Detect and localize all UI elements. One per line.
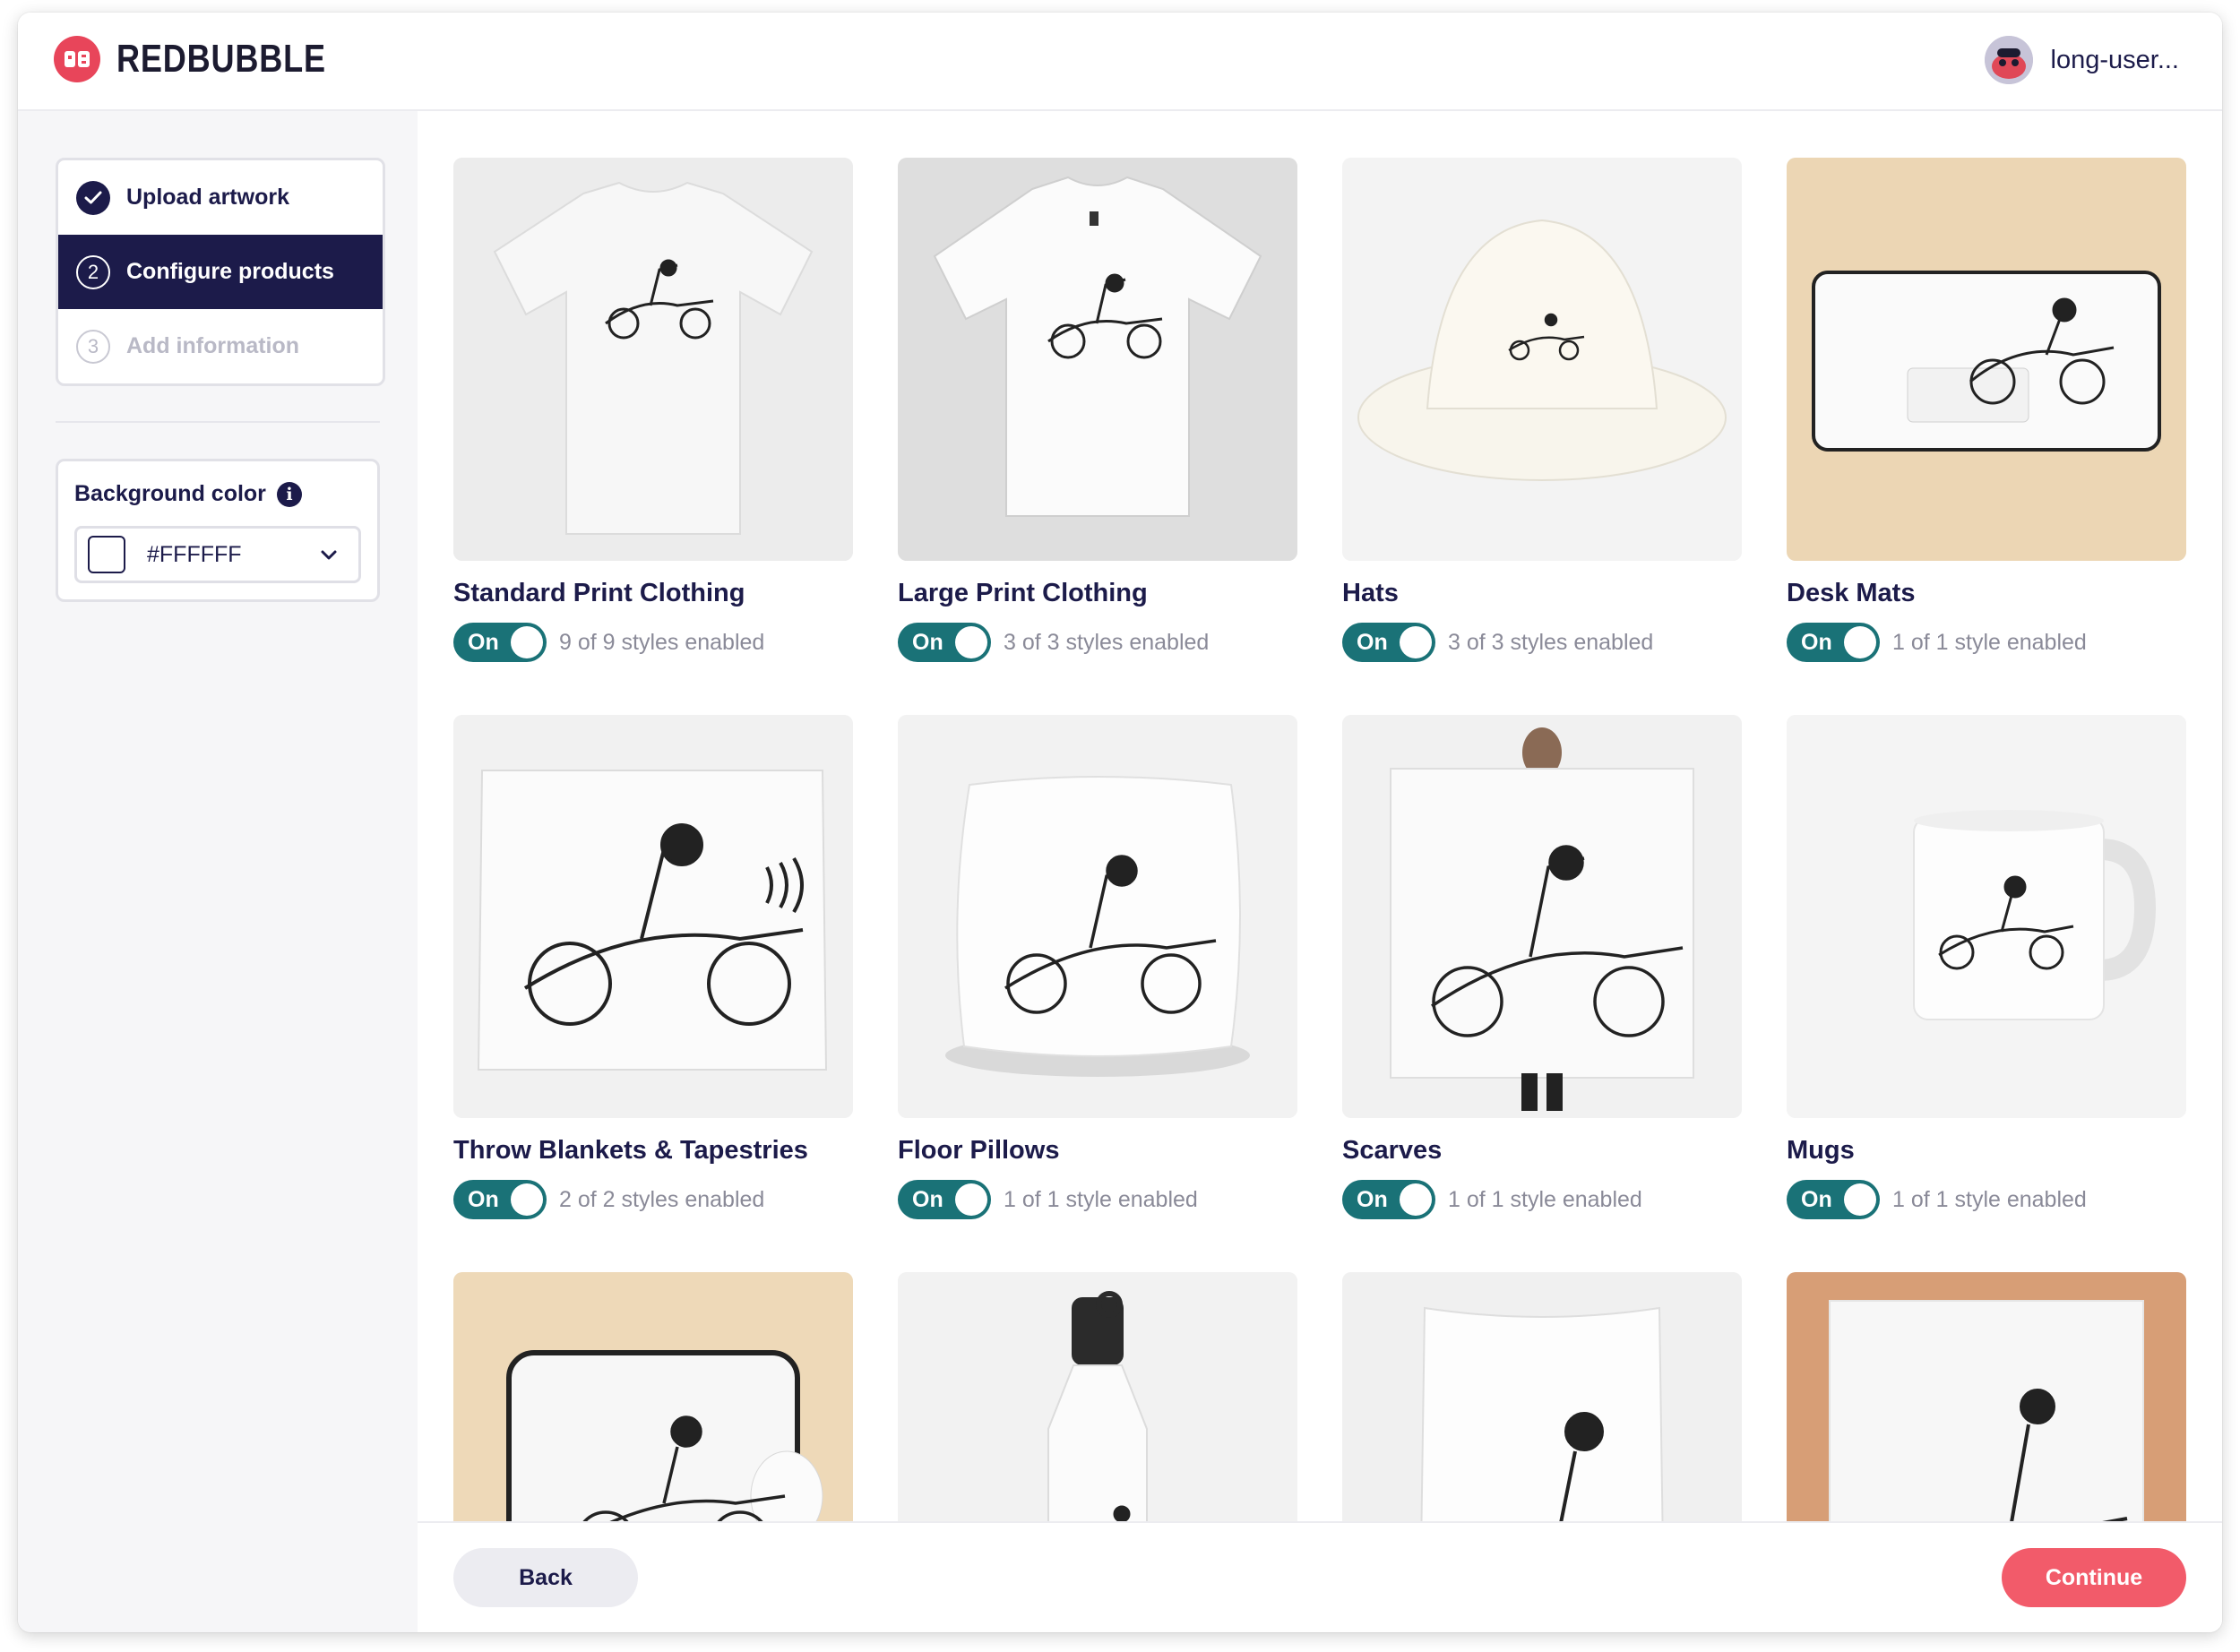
styles-enabled: 1 of 1 style enabled: [1892, 629, 2087, 655]
styles-enabled: 1 of 1 style enabled: [1892, 1186, 2087, 1212]
step-label: Add information: [126, 333, 300, 358]
product-title: Mugs: [1787, 1136, 1855, 1165]
product-card-hats: Hats On 3 of 3 styles enabled: [1342, 158, 1742, 662]
product-toggle[interactable]: On: [898, 623, 991, 662]
background-color-select[interactable]: #FFFFFF: [74, 526, 361, 583]
sidebar: Upload artwork 2 Configure products 3 Ad…: [18, 111, 418, 1632]
product-toggle[interactable]: On: [453, 1180, 547, 1219]
color-swatch: [88, 536, 125, 573]
product-grid-area: Standard Print Clothing On 9 of 9 styles…: [418, 111, 2222, 1632]
continue-button[interactable]: Continue: [2002, 1548, 2186, 1607]
chevron-down-icon: [319, 545, 339, 564]
scarf-icon[interactable]: [1342, 715, 1742, 1118]
username: long-user...: [2050, 45, 2179, 74]
brand-name: REDBUBBLE: [116, 37, 326, 81]
styles-enabled: 1 of 1 style enabled: [1448, 1186, 1642, 1212]
step-add-information[interactable]: 3 Add information: [58, 309, 383, 383]
check-icon: [76, 180, 110, 215]
product-card-floor-pillows: Floor Pillows On 1 of 1 style enabled: [898, 715, 1297, 1219]
desk-mat-icon[interactable]: [1787, 158, 2186, 561]
product-title: Desk Mats: [1787, 579, 1916, 607]
product-meta: On 2 of 2 styles enabled: [453, 1180, 853, 1219]
product-card-standard-print-clothing: Standard Print Clothing On 9 of 9 styles…: [453, 158, 853, 662]
app-window: REDBUBBLE long-user... Upload artwork 2 …: [18, 13, 2222, 1632]
step-configure-products[interactable]: 2 Configure products: [58, 235, 383, 309]
styles-enabled: 9 of 9 styles enabled: [559, 629, 765, 655]
product-title: Large Print Clothing: [898, 579, 1148, 607]
product-title: Hats: [1342, 579, 1399, 607]
product-card-desk-mats: Desk Mats On 1 of 1 style enabled: [1787, 158, 2186, 662]
product-meta: On 1 of 1 style enabled: [1342, 1180, 1742, 1219]
pillow-icon[interactable]: [898, 715, 1297, 1118]
product-toggle[interactable]: On: [1342, 1180, 1435, 1219]
avatar: [1984, 36, 2033, 84]
product-meta: On 1 of 1 style enabled: [898, 1180, 1297, 1219]
mug-icon[interactable]: [1787, 715, 2186, 1118]
sidebar-divider: [56, 421, 380, 423]
user-menu[interactable]: long-user...: [1984, 36, 2179, 84]
styles-enabled: 3 of 3 styles enabled: [1448, 629, 1654, 655]
product-meta: On 9 of 9 styles enabled: [453, 623, 853, 662]
step-list: Upload artwork 2 Configure products 3 Ad…: [56, 158, 385, 386]
product-card-large-print-clothing: Large Print Clothing On 3 of 3 styles en…: [898, 158, 1297, 662]
product-title: Standard Print Clothing: [453, 579, 745, 607]
back-button[interactable]: Back: [453, 1548, 638, 1607]
product-toggle[interactable]: On: [898, 1180, 991, 1219]
redbubble-logo-icon: [54, 36, 100, 82]
tshirt-icon[interactable]: [453, 158, 853, 561]
tapestry-icon[interactable]: [453, 715, 853, 1118]
product-card-mugs: Mugs On 1 of 1 style enabled: [1787, 715, 2186, 1219]
step-upload-artwork[interactable]: Upload artwork: [58, 160, 383, 235]
footer-bar: Back Continue: [418, 1521, 2222, 1632]
color-value: #FFFFFF: [147, 541, 242, 567]
product-meta: On 3 of 3 styles enabled: [1342, 623, 1742, 662]
step-number: 2: [76, 254, 110, 289]
product-meta: On 1 of 1 style enabled: [1787, 623, 2186, 662]
product-title: Throw Blankets & Tapestries: [453, 1136, 808, 1165]
redbubble-logo[interactable]: REDBUBBLE: [54, 36, 372, 82]
product-card-scarves: Scarves On 1 of 1 style enabled: [1342, 715, 1742, 1219]
step-label: Configure products: [126, 259, 334, 284]
styles-enabled: 1 of 1 style enabled: [1004, 1186, 1198, 1212]
product-toggle[interactable]: On: [1787, 623, 1880, 662]
product-toggle[interactable]: On: [1787, 1180, 1880, 1219]
product-title: Floor Pillows: [898, 1136, 1060, 1165]
top-header: REDBUBBLE long-user...: [18, 13, 2222, 111]
product-card-throw-blankets-tapestries: Throw Blankets & Tapestries On 2 of 2 st…: [453, 715, 853, 1219]
product-meta: On 3 of 3 styles enabled: [898, 623, 1297, 662]
product-toggle[interactable]: On: [453, 623, 547, 662]
step-number: 3: [76, 329, 110, 364]
background-color-label: Background color i: [74, 481, 302, 507]
step-label: Upload artwork: [126, 185, 289, 210]
tshirt-icon[interactable]: [898, 158, 1297, 561]
product-toggle[interactable]: On: [1342, 623, 1435, 662]
product-title: Scarves: [1342, 1136, 1443, 1165]
background-color-panel: Background color i #FFFFFF: [56, 459, 380, 602]
product-meta: On 1 of 1 style enabled: [1787, 1180, 2186, 1219]
styles-enabled: 2 of 2 styles enabled: [559, 1186, 765, 1212]
bucket-hat-icon[interactable]: [1342, 158, 1742, 561]
info-icon[interactable]: i: [276, 481, 302, 507]
styles-enabled: 3 of 3 styles enabled: [1004, 629, 1210, 655]
